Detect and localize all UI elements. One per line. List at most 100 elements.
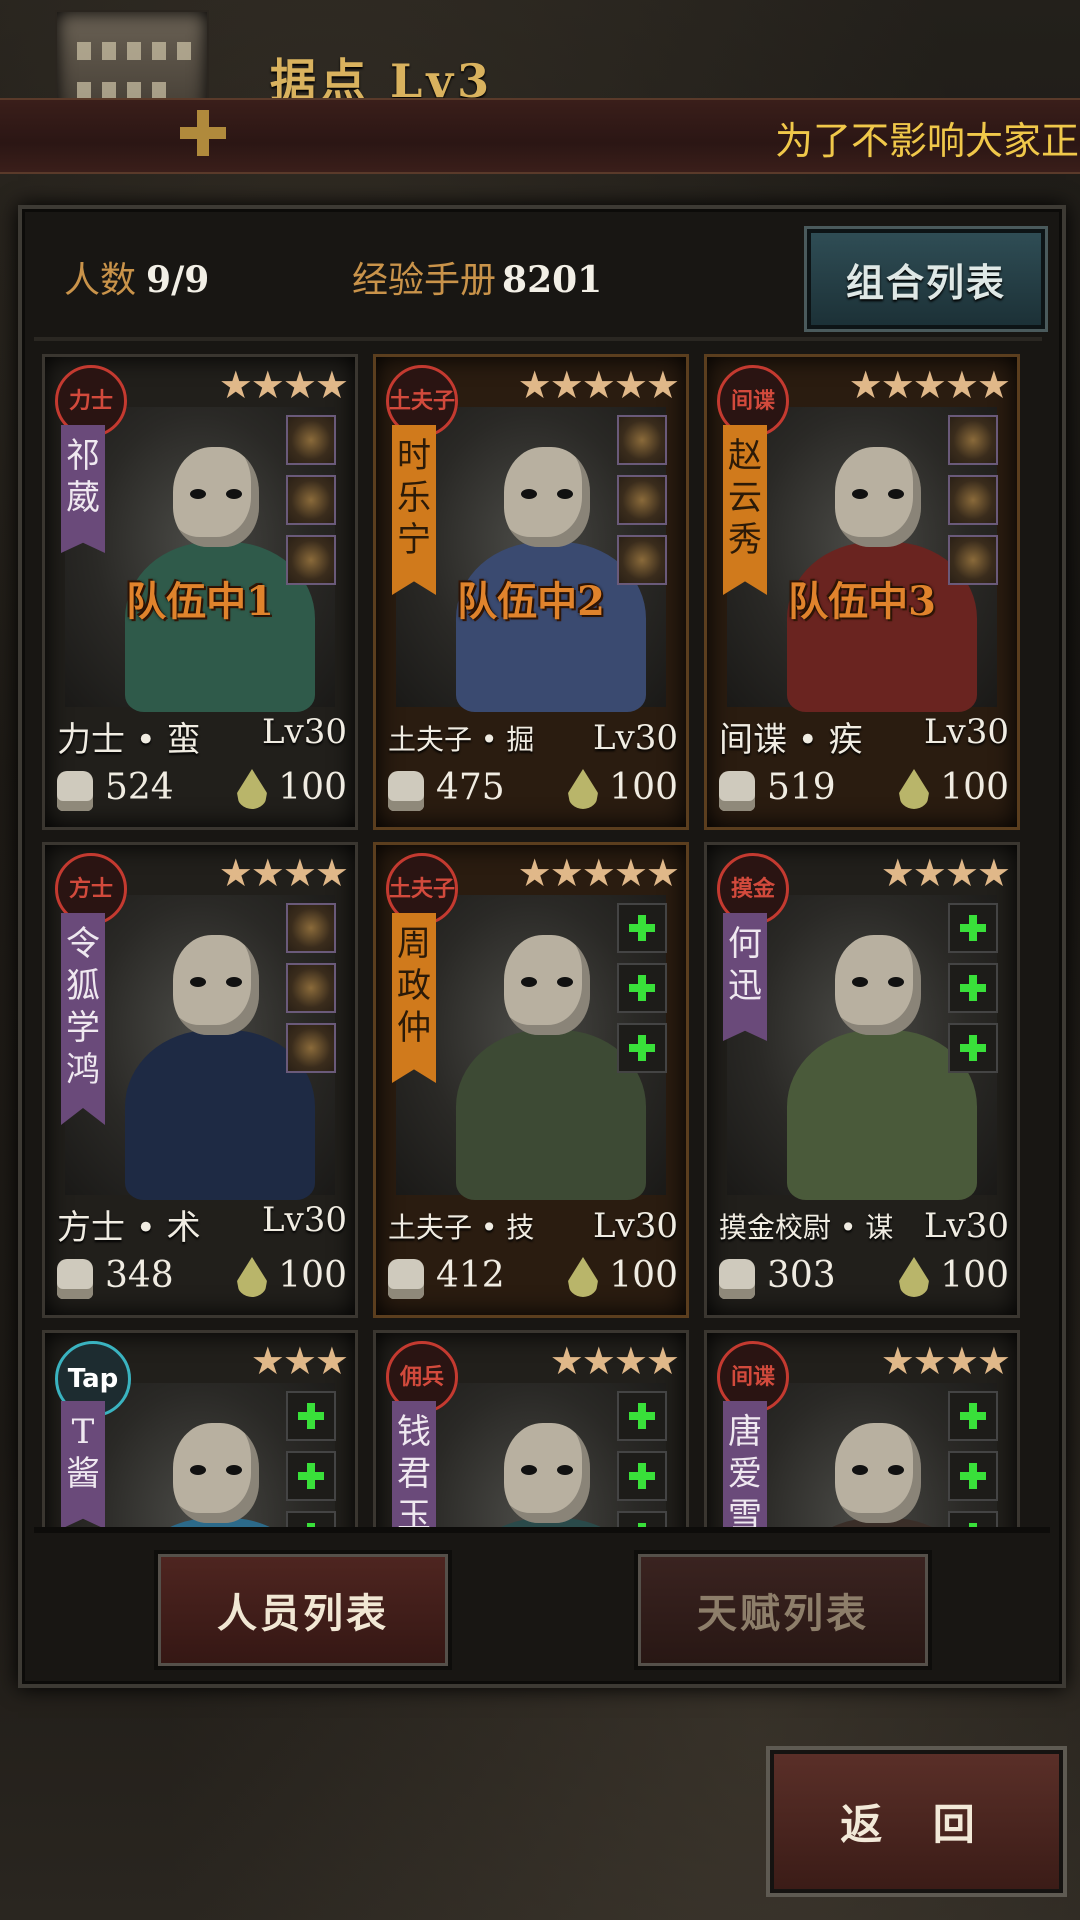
- plus-icon[interactable]: [180, 110, 226, 156]
- star-rating: ★★★★: [880, 851, 1011, 895]
- character-card[interactable]: 间谍 ★★★★★ 赵云秀队伍中3 间谍 • 疾 Lv30 519 100: [704, 354, 1020, 830]
- add-equipment-slot[interactable]: [286, 1391, 336, 1441]
- plus-icon: [629, 1403, 655, 1429]
- equipment-slot[interactable]: [286, 1023, 336, 1073]
- portrait-eyes: [521, 1465, 573, 1475]
- name-character: 乐: [397, 478, 431, 518]
- star-rating: ★★★★: [218, 363, 349, 407]
- add-equipment-slot[interactable]: [617, 1451, 667, 1501]
- add-equipment-slot[interactable]: [948, 903, 998, 953]
- character-card[interactable]: Tap ★★★ T 酱: [42, 1330, 358, 1529]
- name-character: 鸿: [66, 1050, 100, 1090]
- power-value: 348: [105, 1255, 174, 1296]
- character-card[interactable]: 土夫子 ★★★★★ 时乐宁队伍中2 土夫子 • 掘 Lv30 475 100: [373, 354, 689, 830]
- star-rating: ★★★: [250, 1339, 349, 1383]
- equipment-slot[interactable]: [286, 903, 336, 953]
- star-rating: ★★★★★: [517, 363, 680, 407]
- combo-list-button[interactable]: 组合列表: [804, 226, 1048, 332]
- add-equipment-slot[interactable]: [948, 1023, 998, 1073]
- roster-panel: 人数 9/9 经验手册 8201 组合列表 力士 ★★★★ 祁葳队伍中1 力士 • 蛮 Lv…: [18, 205, 1066, 1688]
- name-character: 酱: [66, 1454, 100, 1494]
- star-rating: ★★★★★: [848, 363, 1011, 407]
- equipment-slot[interactable]: [948, 535, 998, 585]
- add-equipment-slot[interactable]: [948, 1391, 998, 1441]
- add-equipment-slot[interactable]: [948, 963, 998, 1013]
- announcement-marquee: 为了不影响大家正: [0, 98, 1080, 174]
- power-value: 412: [436, 1255, 505, 1296]
- class-title-text: 方士 • 术: [57, 1208, 201, 1248]
- class-title-text: 土夫子 • 掘: [388, 723, 535, 756]
- character-level: Lv30: [261, 712, 347, 752]
- class-title: 摸金校尉 • 谋 Lv30: [719, 1206, 1009, 1246]
- stamina-drop-icon: [899, 769, 929, 809]
- character-level: Lv30: [592, 1206, 678, 1246]
- add-equipment-slot[interactable]: [617, 1023, 667, 1073]
- power-value: 303: [767, 1255, 836, 1296]
- character-card[interactable]: 摸金 ★★★★ 何迅摸金校尉 • 谋 Lv30 303 100: [704, 842, 1020, 1318]
- character-grid[interactable]: 力士 ★★★★ 祁葳队伍中1 力士 • 蛮 Lv30 524 100 土夫子 ★★★★★ 时乐宁队…: [42, 354, 1042, 1529]
- character-stats: 303 100: [719, 1255, 1009, 1305]
- name-character: 狐: [66, 966, 100, 1006]
- character-level: Lv30: [923, 1206, 1009, 1246]
- name-character: 爱: [728, 1454, 762, 1494]
- star-rating: ★★★★: [218, 851, 349, 895]
- character-level: Lv30: [592, 718, 678, 758]
- name-character: T: [71, 1412, 95, 1452]
- add-equipment-slot[interactable]: [617, 1391, 667, 1441]
- personnel-list-tab[interactable]: 人员列表: [154, 1550, 452, 1670]
- portrait-eyes: [190, 1465, 242, 1475]
- plus-icon: [629, 1463, 655, 1489]
- equipment-slot[interactable]: [948, 415, 998, 465]
- portrait-eyes: [521, 489, 573, 499]
- equipment-slot[interactable]: [617, 475, 667, 525]
- class-title: 间谍 • 疾 Lv30: [719, 712, 1009, 761]
- stamina-value: 100: [609, 767, 678, 808]
- talent-list-tab[interactable]: 天赋列表: [634, 1550, 932, 1670]
- name-banner: T酱: [61, 1401, 105, 1529]
- exp-manual: 经验手册 8201: [352, 251, 602, 303]
- character-card[interactable]: 佣兵 ★★★★ 钱君玉: [373, 1330, 689, 1529]
- character-level: Lv30: [923, 712, 1009, 752]
- character-card[interactable]: 方士 ★★★★ 令狐学鸿方士 • 术 Lv30 348 100: [42, 842, 358, 1318]
- name-character: 宁: [397, 520, 431, 560]
- character-stats: 412 100: [388, 1255, 678, 1305]
- back-button[interactable]: 返 回: [766, 1746, 1067, 1897]
- member-count-value: 9/9: [146, 259, 210, 301]
- add-equipment-slot[interactable]: [617, 963, 667, 1013]
- stamina-value: 100: [278, 767, 347, 808]
- member-count-label: 人数: [64, 260, 137, 301]
- character-card[interactable]: 间谍 ★★★★ 唐爱雪: [704, 1330, 1020, 1529]
- fist-icon: [57, 1259, 93, 1299]
- equipment-slot[interactable]: [617, 415, 667, 465]
- character-card[interactable]: 土夫子 ★★★★★ 周政仲土夫子 • 技 Lv30 412 100: [373, 842, 689, 1318]
- name-character: 秀: [728, 520, 762, 560]
- stamina-value: 100: [940, 1255, 1009, 1296]
- character-stats: 519 100: [719, 767, 1009, 817]
- class-title: 土夫子 • 技 Lv30: [388, 1206, 678, 1246]
- name-character: 葳: [66, 478, 100, 518]
- character-card[interactable]: 力士 ★★★★ 祁葳队伍中1 力士 • 蛮 Lv30 524 100: [42, 354, 358, 830]
- stamina-drop-icon: [237, 1257, 267, 1297]
- equipment-slot[interactable]: [286, 415, 336, 465]
- plus-icon: [298, 1403, 324, 1429]
- plus-icon: [629, 975, 655, 1001]
- equipment-slot[interactable]: [286, 963, 336, 1013]
- stamina-drop-icon: [568, 769, 598, 809]
- name-character: 赵: [728, 436, 762, 476]
- character-stats: 524 100: [57, 767, 347, 817]
- equipment-slot[interactable]: [286, 535, 336, 585]
- character-stats: 348 100: [57, 1255, 347, 1305]
- portrait-eyes: [852, 1465, 904, 1475]
- add-equipment-slot[interactable]: [286, 1451, 336, 1501]
- star-rating: ★★★★: [880, 1339, 1011, 1383]
- name-character: 政: [397, 966, 431, 1006]
- equipment-slot[interactable]: [286, 475, 336, 525]
- add-equipment-slot[interactable]: [948, 1451, 998, 1501]
- power-value: 524: [105, 767, 174, 808]
- equipment-slot[interactable]: [617, 535, 667, 585]
- add-equipment-slot[interactable]: [617, 903, 667, 953]
- plus-icon: [298, 1463, 324, 1489]
- name-character: 周: [397, 924, 431, 964]
- equipment-slot[interactable]: [948, 475, 998, 525]
- fist-icon: [388, 771, 424, 811]
